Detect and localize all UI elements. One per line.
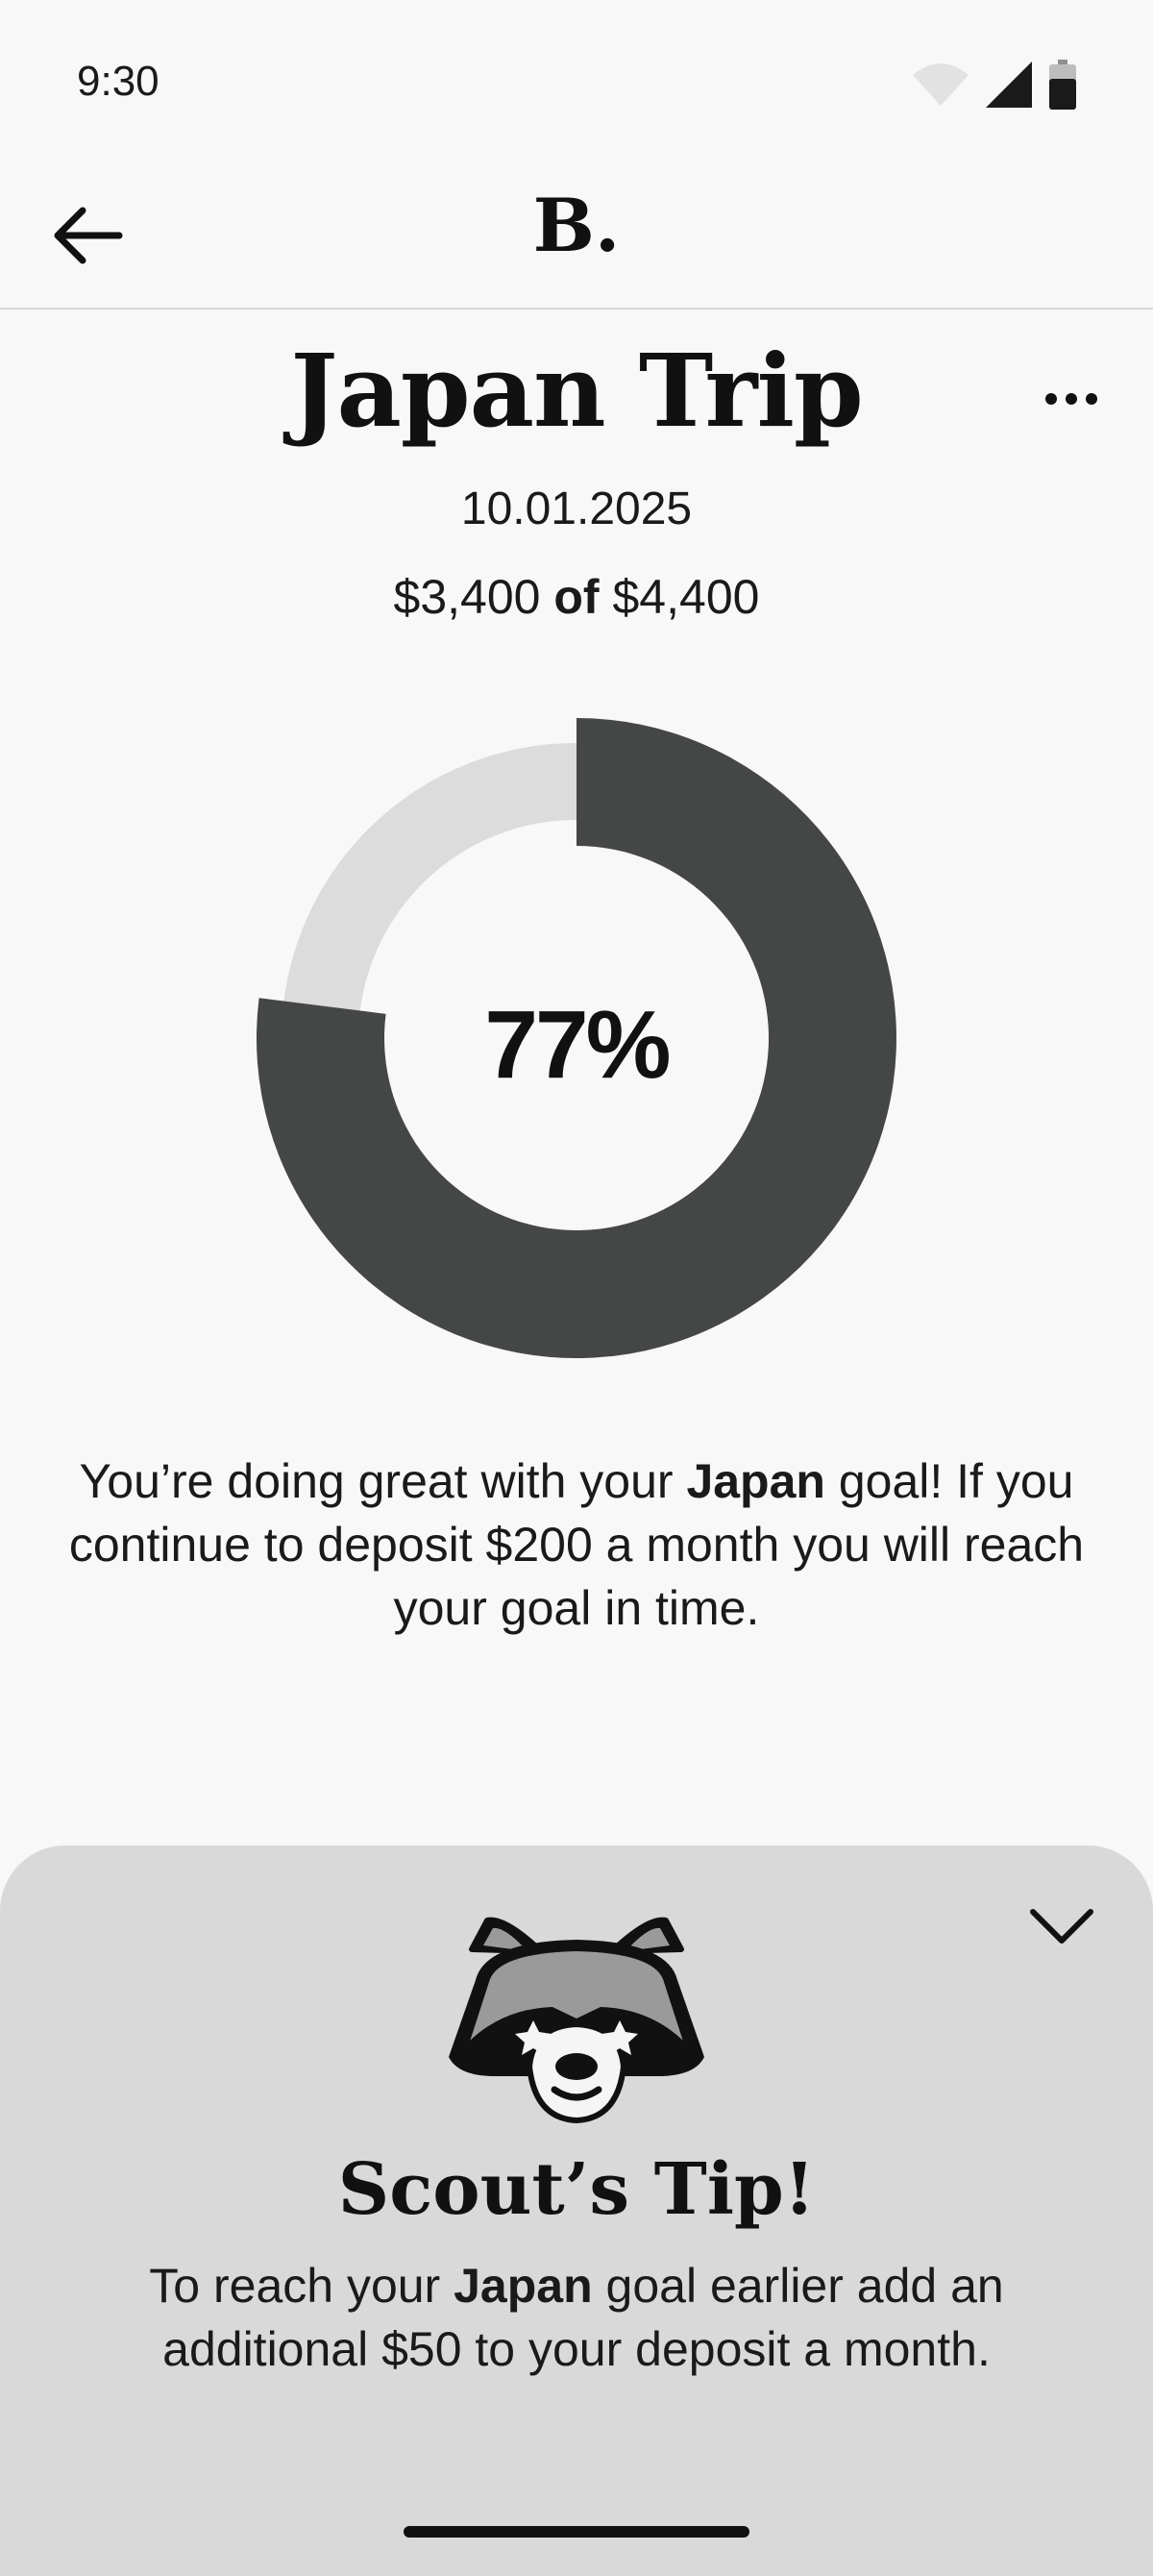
tip-goal-name: Japan <box>454 2259 593 2313</box>
message-prefix: You’re doing great with your <box>79 1454 687 1508</box>
tip-sheet: Scout’s Tip! To reach your Japan goal ea… <box>0 1845 1153 2576</box>
tip-text: To reach your Japan goal earlier add an … <box>58 2254 1095 2381</box>
progress-message: You’re doing great with your Japan goal!… <box>67 1449 1086 1640</box>
chevron-down-icon <box>1030 1909 1093 1944</box>
tip-prefix: To reach your <box>149 2259 454 2313</box>
collapse-tip-button[interactable] <box>1023 1898 1100 1956</box>
progress-donut <box>256 718 896 1358</box>
message-goal-name: Japan <box>686 1454 825 1508</box>
raccoon-mascot-icon <box>449 1917 704 2124</box>
progress-percent: 77% <box>484 991 671 1099</box>
tip-title: Scout’s Tip! <box>337 2148 816 2231</box>
home-indicator[interactable] <box>404 2526 749 2538</box>
